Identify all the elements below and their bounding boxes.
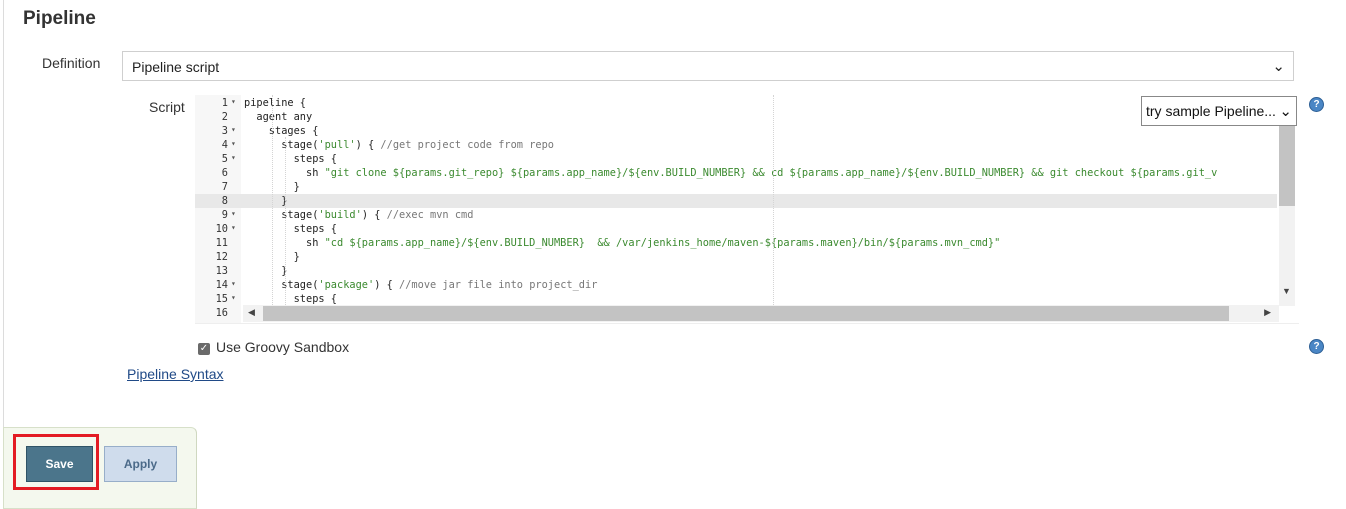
fold-arrow-icon[interactable]: ▾: [231, 291, 236, 305]
line-number: 14: [215, 279, 228, 291]
code-line[interactable]: 14 ▾ stage('package') { //move jar file i…: [195, 278, 1277, 292]
groovy-sandbox-checkbox[interactable]: ✓: [198, 343, 210, 355]
line-number: 13: [215, 265, 228, 277]
chevron-down-icon: ⌄: [1272, 58, 1285, 75]
line-number: 16: [215, 307, 228, 319]
sample-pipeline-value: try sample Pipeline...: [1146, 103, 1276, 119]
vertical-scroll-thumb[interactable]: [1279, 126, 1295, 206]
horizontal-scroll-thumb[interactable]: [263, 306, 1229, 321]
code-line[interactable]: 5 ▾ steps {: [195, 152, 1277, 166]
code-text: stage('package') { //move jar file into …: [244, 279, 598, 291]
line-number: 3: [221, 125, 228, 137]
save-highlight-box: [13, 434, 99, 490]
indent-guide: [272, 95, 273, 305]
definition-label: Definition: [42, 55, 101, 71]
fold-arrow-icon[interactable]: ▾: [231, 207, 236, 221]
line-number: 9: [221, 209, 228, 221]
indent-guide: [285, 137, 286, 305]
code-text: stages {: [244, 125, 319, 137]
fold-arrow-icon[interactable]: ▾: [231, 95, 236, 109]
groovy-sandbox-label: Use Groovy Sandbox: [216, 339, 350, 355]
code-text: }: [244, 265, 288, 277]
line-number: 6: [221, 167, 228, 179]
code-text: steps {: [244, 293, 337, 305]
code-text: }: [244, 195, 288, 207]
help-icon[interactable]: ?: [1309, 339, 1324, 354]
fold-arrow-icon[interactable]: ▾: [231, 277, 236, 291]
code-line[interactable]: 11 sh "cd ${params.app_name}/${env.BUILD…: [195, 236, 1277, 250]
code-line[interactable]: 12 }: [195, 250, 1277, 264]
definition-select[interactable]: Pipeline script ⌄: [122, 51, 1294, 81]
line-number: 15: [215, 293, 228, 305]
code-text: sh "git clone ${params.git_repo} ${param…: [244, 167, 1218, 179]
code-line[interactable]: 3 ▾ stages {: [195, 124, 1277, 138]
code-text: steps {: [244, 223, 337, 235]
code-line[interactable]: 8 }: [195, 194, 1277, 208]
line-number: 11: [215, 237, 228, 249]
fold-arrow-icon[interactable]: ▾: [231, 151, 236, 165]
code-text: stage('pull') { //get project code from …: [244, 139, 555, 151]
code-line[interactable]: 1 ▾ pipeline {: [195, 96, 1277, 110]
scroll-down-arrow-icon[interactable]: ▼: [1282, 286, 1291, 296]
sample-pipeline-select[interactable]: try sample Pipeline... ⌄: [1141, 96, 1297, 126]
code-line[interactable]: 10 ▾ steps {: [195, 222, 1277, 236]
line-number: 8: [221, 195, 228, 207]
code-line[interactable]: 4 ▾ stage('pull') { //get project code fr…: [195, 138, 1277, 152]
line-number: 1: [221, 97, 228, 109]
line-number: 7: [221, 181, 228, 193]
fold-arrow-icon[interactable]: ▾: [231, 123, 236, 137]
code-line[interactable]: 6 sh "git clone ${params.git_repo} ${par…: [195, 166, 1277, 180]
editor-horizontal-scrollbar[interactable]: ◀ ▶: [243, 305, 1279, 322]
section-title: Pipeline: [23, 8, 96, 29]
chevron-down-icon: ⌄: [1279, 103, 1292, 120]
pipeline-syntax-link[interactable]: Pipeline Syntax: [127, 366, 224, 382]
fold-arrow-icon[interactable]: ▾: [231, 137, 236, 151]
code-line[interactable]: 15 ▾ steps {: [195, 292, 1277, 306]
definition-select-value: Pipeline script: [132, 59, 220, 75]
script-editor[interactable]: 1 ▾ pipeline {2 agent any 3 ▾ stages {4 ▾ sta…: [195, 95, 1299, 324]
help-icon[interactable]: ?: [1309, 97, 1324, 112]
code-text: pipeline {: [244, 97, 306, 109]
code-text: sh "cd ${params.app_name}/${env.BUILD_NU…: [244, 237, 1001, 249]
code-line[interactable]: 9 ▾ stage('build') { //exec mvn cmd: [195, 208, 1277, 222]
code-text: steps {: [244, 153, 337, 165]
code-text: stage('build') { //exec mvn cmd: [244, 209, 474, 221]
code-line[interactable]: 13 }: [195, 264, 1277, 278]
apply-button[interactable]: Apply: [104, 446, 177, 482]
code-line[interactable]: 7 }: [195, 180, 1277, 194]
line-number: 4: [221, 139, 228, 151]
scroll-left-arrow-icon[interactable]: ◀: [248, 307, 255, 318]
line-number: 10: [215, 223, 228, 235]
code-line[interactable]: 2 agent any: [195, 110, 1277, 124]
code-text: agent any: [244, 111, 313, 123]
editor-vertical-scrollbar[interactable]: ▼: [1279, 96, 1295, 306]
line-number: 12: [215, 251, 228, 263]
line-number: 2: [221, 111, 228, 123]
fold-arrow-icon[interactable]: ▾: [231, 221, 236, 235]
scroll-right-arrow-icon[interactable]: ▶: [1264, 307, 1271, 318]
script-label: Script: [149, 99, 185, 115]
line-number: 5: [221, 153, 228, 165]
print-margin: [773, 95, 774, 305]
